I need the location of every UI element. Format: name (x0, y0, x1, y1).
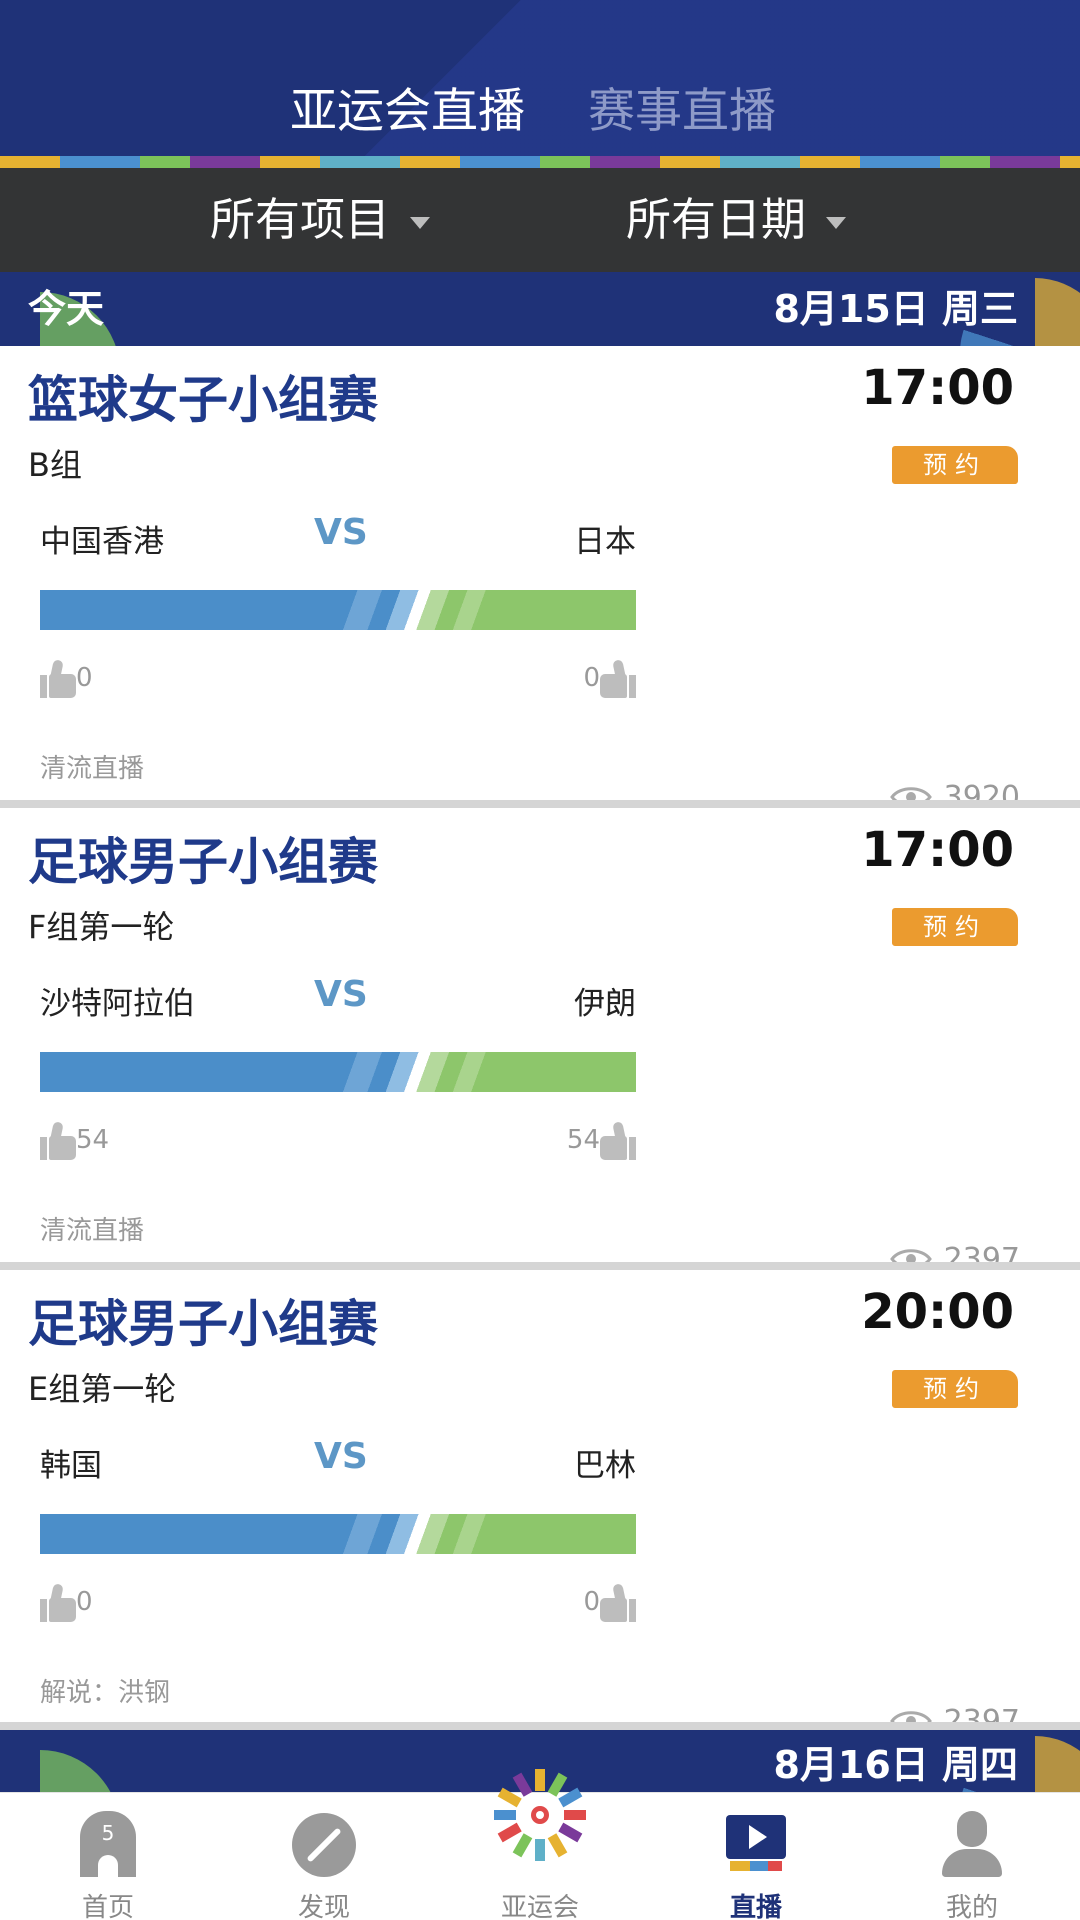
card-divider (0, 1722, 1080, 1730)
like-right-button[interactable]: 0 (583, 1580, 636, 1624)
vs-label: VS (314, 512, 368, 553)
dropdown-arrow-icon (410, 217, 431, 229)
broadcast-source: 清流直播 (40, 1216, 145, 1246)
nav-item-me[interactable]: 我的 (892, 1793, 1052, 1920)
like-left-button[interactable]: 0 (40, 656, 93, 700)
nav-item-asian-games[interactable]: 亚运会 (460, 1769, 620, 1920)
asian-games-logo-icon (494, 1769, 586, 1861)
compass-icon (292, 1813, 356, 1877)
thumbs-up-icon (600, 1120, 636, 1160)
sport-filter-dropdown[interactable]: 所有项目 (210, 168, 431, 272)
date-banner-today: 今天 8月15日 周三 (0, 272, 1080, 346)
commentator-label: 解说：洪钢 (40, 1678, 171, 1708)
thumbs-up-icon (40, 1582, 76, 1622)
like-right-button[interactable]: 54 (567, 1118, 636, 1162)
date-filter-label: 所有日期 (626, 193, 807, 246)
nav-item-home[interactable]: 5 首页 (28, 1793, 188, 1920)
like-left-button[interactable]: 0 (40, 1580, 93, 1624)
match-group: F组第一轮 (28, 908, 175, 946)
user-icon (942, 1811, 1002, 1877)
live-icon (726, 1815, 786, 1875)
date-label: 8月15日 周三 (773, 287, 1018, 331)
match-time: 17:00 (861, 360, 1014, 416)
bottom-nav: 5 首页 发现 亚运会 直播 我的 (0, 1769, 1080, 1920)
thumbs-up-icon (600, 658, 636, 698)
sport-filter-label: 所有项目 (210, 193, 391, 246)
top-header: 亚运会直播 赛事直播 (0, 0, 1080, 168)
filter-bar: 所有项目 所有日期 (0, 168, 1080, 272)
like-left-count: 54 (76, 1125, 110, 1155)
nav-label: 首页 (81, 1893, 134, 1920)
thumbs-up-icon (40, 1120, 76, 1160)
today-label: 今天 (28, 287, 105, 331)
date-label: 8月16日 周四 (773, 1743, 1018, 1787)
book-button[interactable]: 预约 (892, 908, 1018, 946)
thumbs-up-icon (600, 1582, 636, 1622)
team-right-name: 日本 (574, 524, 636, 560)
tab-event-live[interactable]: 赛事直播 (588, 72, 776, 152)
tab-asian-games-live[interactable]: 亚运会直播 (290, 72, 525, 152)
like-left-button[interactable]: 54 (40, 1118, 109, 1162)
match-card[interactable]: 足球男子小组赛 20:00 E组第一轮 预约 韩国 VS 巴林 0 0 解说：洪… (0, 1270, 1080, 1739)
like-right-count: 54 (566, 1125, 600, 1155)
team-left-name: 沙特阿拉伯 (40, 986, 195, 1022)
match-title: 足球男子小组赛 (28, 833, 378, 891)
match-group: E组第一轮 (28, 1370, 177, 1408)
team-right-name: 伊朗 (574, 986, 636, 1022)
vs-label: VS (314, 1436, 368, 1477)
banner-decoration (0, 1750, 120, 1792)
header-decoration-strip (0, 156, 1080, 168)
match-group: B组 (28, 446, 82, 484)
team-right-name: 巴林 (574, 1448, 636, 1484)
thumbs-up-icon (40, 658, 76, 698)
card-divider (0, 800, 1080, 808)
broadcast-source: 清流直播 (40, 754, 145, 784)
vs-label: VS (314, 974, 368, 1015)
match-card[interactable]: 足球男子小组赛 17:00 F组第一轮 预约 沙特阿拉伯 VS 伊朗 54 54… (0, 808, 1080, 1277)
team-left-name: 中国香港 (40, 524, 164, 560)
nav-label: 亚运会 (500, 1893, 579, 1920)
top-tabs: 亚运会直播 赛事直播 (0, 72, 1080, 152)
home-badge: 5 (101, 1821, 115, 1845)
date-filter-dropdown[interactable]: 所有日期 (626, 168, 847, 272)
like-right-count: 0 (583, 1587, 600, 1617)
support-bar (40, 1514, 636, 1554)
match-time: 17:00 (861, 822, 1014, 878)
book-button[interactable]: 预约 (892, 1370, 1018, 1408)
match-title: 足球男子小组赛 (28, 1295, 378, 1353)
like-left-count: 0 (76, 663, 93, 693)
match-title: 篮球女子小组赛 (28, 371, 378, 429)
match-card[interactable]: 篮球女子小组赛 17:00 B组 预约 中国香港 VS 日本 0 0 清流直播 … (0, 346, 1080, 815)
nav-item-discover[interactable]: 发现 (244, 1793, 404, 1920)
like-right-button[interactable]: 0 (583, 656, 636, 700)
home-icon: 5 (80, 1811, 136, 1877)
like-right-count: 0 (583, 663, 600, 693)
match-time: 20:00 (861, 1284, 1014, 1340)
team-left-name: 韩国 (40, 1448, 102, 1484)
card-divider (0, 1262, 1080, 1270)
dropdown-arrow-icon (826, 217, 847, 229)
support-bar (40, 1052, 636, 1092)
nav-label: 发现 (297, 1893, 350, 1920)
nav-item-live[interactable]: 直播 (676, 1793, 836, 1920)
book-button[interactable]: 预约 (892, 446, 1018, 484)
like-left-count: 0 (76, 1587, 93, 1617)
nav-label: 直播 (729, 1893, 782, 1920)
nav-label: 我的 (945, 1893, 998, 1920)
support-bar (40, 590, 636, 630)
